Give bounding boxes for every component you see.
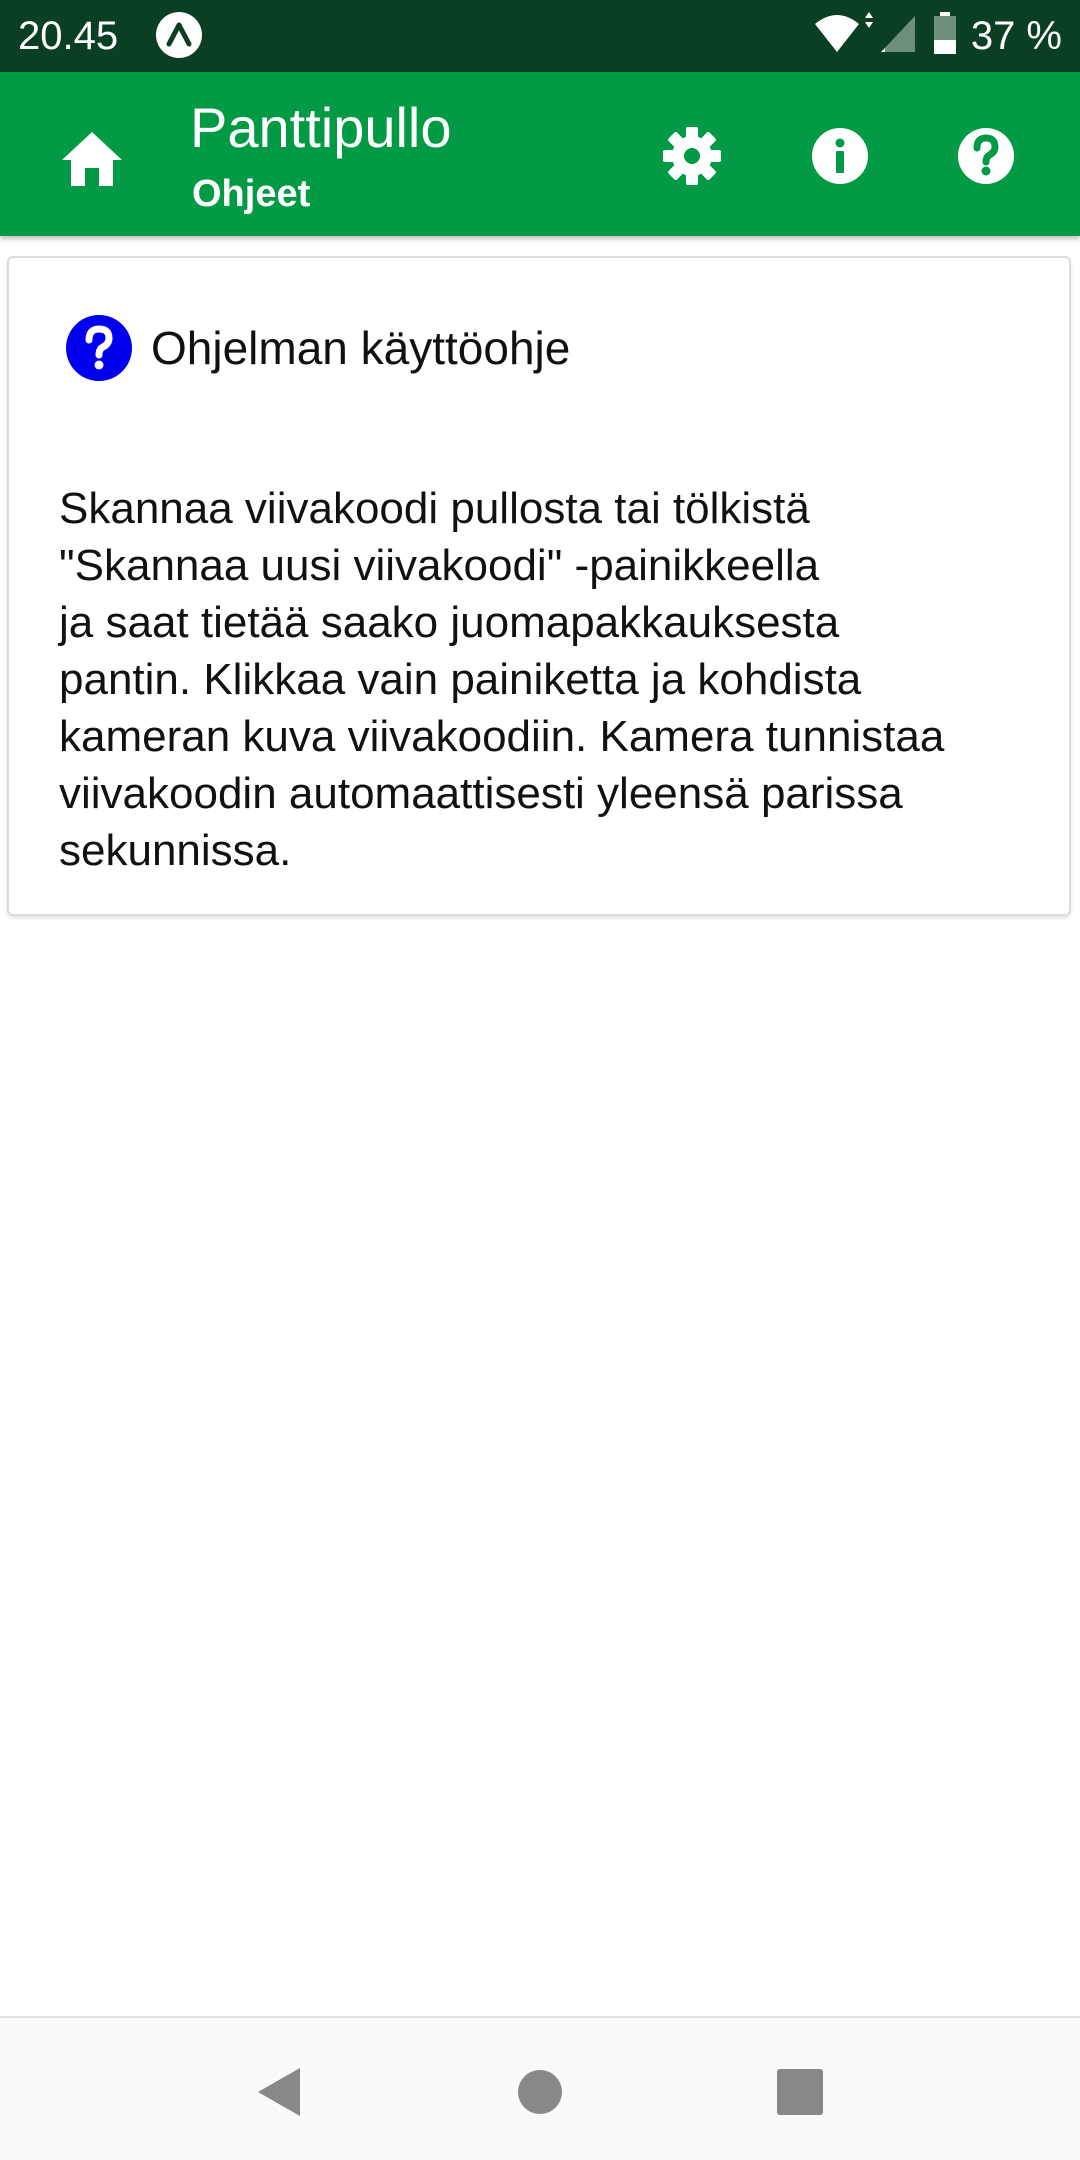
- screen: 20.45 37 % Panttipullo Ohjeet Ohjelman k…: [0, 0, 1080, 2160]
- help-button[interactable]: [946, 116, 1026, 196]
- body-line: pantin. Klikkaa vain painiketta ja kohdi…: [59, 655, 862, 704]
- navigation-bar: [0, 2016, 1080, 2160]
- body-line: ja saat tietää saako juomapakkauksesta: [59, 598, 840, 647]
- instructions-card: Ohjelman käyttöohje Skannaa viivakoodi p…: [7, 256, 1071, 916]
- info-icon: [800, 128, 880, 200]
- info-button[interactable]: [800, 116, 880, 196]
- body-line: "Skannaa uusi viivakoodi" -painikkeella: [59, 541, 820, 590]
- wifi-icon: [813, 11, 875, 61]
- status-bar: 20.45 37 %: [0, 0, 1080, 72]
- body-line: viivakoodin automaattisesti yleensä pari…: [59, 769, 903, 818]
- battery-percent: 37 %: [970, 14, 1062, 58]
- help-icon: [946, 128, 1026, 200]
- status-icons: 37 %: [813, 10, 1062, 62]
- settings-button[interactable]: [652, 116, 732, 196]
- home-icon: [52, 132, 132, 204]
- body-line: kameran kuva viivakoodiin. Kamera tunnis…: [59, 712, 945, 761]
- question-circle-icon: [65, 314, 133, 382]
- card-header: Ohjelman käyttöohje: [65, 314, 570, 382]
- home-circle-icon: [512, 2070, 568, 2124]
- nav-recents-button[interactable]: [772, 2064, 828, 2120]
- recents-square-icon: [772, 2069, 828, 2124]
- gear-icon: [652, 127, 732, 200]
- home-button[interactable]: [52, 120, 132, 200]
- nav-back-button[interactable]: [252, 2064, 308, 2120]
- status-time: 20.45: [18, 14, 119, 58]
- expo-icon: [156, 12, 202, 58]
- app-subtitle: Ohjeet: [192, 173, 311, 215]
- cell-signal-icon: [879, 12, 919, 61]
- battery-icon: [933, 11, 957, 61]
- back-triangle-icon: [252, 2068, 308, 2124]
- card-title: Ohjelman käyttöohje: [151, 322, 571, 374]
- body-line: sekunnissa.: [59, 826, 292, 875]
- app-title: Panttipullo: [190, 96, 452, 159]
- body-line: Skannaa viivakoodi pullosta tai tölkistä: [59, 484, 810, 533]
- nav-home-button[interactable]: [512, 2064, 568, 2120]
- card-body: Skannaa viivakoodi pullosta tai tölkistä…: [59, 480, 1059, 879]
- app-bar: Panttipullo Ohjeet: [0, 72, 1080, 236]
